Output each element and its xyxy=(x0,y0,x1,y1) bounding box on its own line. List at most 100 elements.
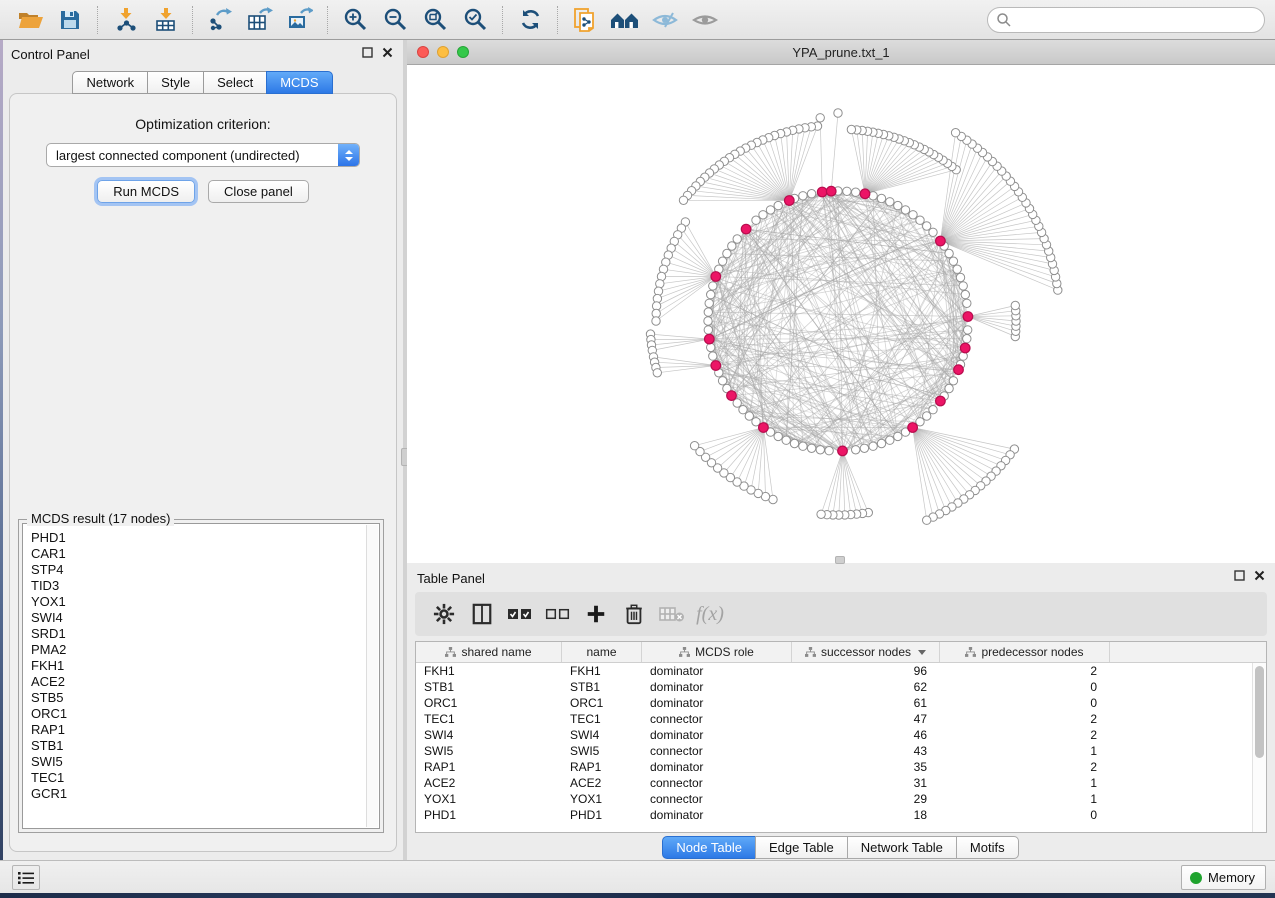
mcds-network-node[interactable] xyxy=(908,423,918,433)
zoom-selected-button[interactable] xyxy=(455,3,495,37)
table-row-swi5[interactable]: SWI5SWI5connector431 xyxy=(416,743,1266,759)
table-row-rap1[interactable]: RAP1RAP1dominator352 xyxy=(416,759,1266,775)
table-scrollbar-thumb[interactable] xyxy=(1255,666,1264,758)
export-image-button[interactable] xyxy=(280,3,320,37)
close-table-panel-button[interactable] xyxy=(1254,570,1265,581)
export-table-button[interactable] xyxy=(240,3,280,37)
mcds-result-item[interactable]: PMA2 xyxy=(31,642,379,658)
refresh-view-button[interactable] xyxy=(510,3,550,37)
table-row-orc1[interactable]: ORC1ORC1dominator610 xyxy=(416,695,1266,711)
mcds-result-scrollbar[interactable] xyxy=(366,525,378,827)
first-neighbors-button[interactable] xyxy=(605,3,645,37)
mcds-network-node[interactable] xyxy=(936,236,946,246)
show-all-hidden-button[interactable] xyxy=(685,3,725,37)
mcds-result-item[interactable]: SWI5 xyxy=(31,754,379,770)
float-table-panel-button[interactable] xyxy=(1234,570,1245,581)
column-header-predecessor-nodes[interactable]: predecessor nodes xyxy=(940,642,1110,662)
table-scrollbar[interactable] xyxy=(1252,663,1266,832)
mcds-result-item[interactable]: STB5 xyxy=(31,690,379,706)
column-header-name[interactable]: name xyxy=(562,642,642,662)
deselect-all-rows-button[interactable] xyxy=(541,597,575,631)
table-row-stb1[interactable]: STB1STB1dominator620 xyxy=(416,679,1266,695)
close-mcds-panel-button[interactable]: Close panel xyxy=(208,180,309,203)
mcds-network-node[interactable] xyxy=(954,365,964,375)
task-history-button[interactable] xyxy=(12,865,40,890)
mcds-result-item[interactable]: STP4 xyxy=(31,562,379,578)
delete-columns-button[interactable] xyxy=(617,597,651,631)
mcds-network-node[interactable] xyxy=(936,396,946,406)
mcds-network-node[interactable] xyxy=(711,272,721,282)
function-builder-button[interactable]: f(x) xyxy=(693,597,727,631)
tab-network[interactable]: Network xyxy=(72,71,148,94)
mcds-result-item[interactable]: RAP1 xyxy=(31,722,379,738)
mcds-network-node[interactable] xyxy=(785,196,795,206)
mcds-network-node[interactable] xyxy=(963,312,973,322)
export-network-button[interactable] xyxy=(200,3,240,37)
tab-select[interactable]: Select xyxy=(203,71,267,94)
import-table-button[interactable] xyxy=(145,3,185,37)
zoom-fit-button[interactable] xyxy=(415,3,455,37)
mcds-result-item[interactable]: SWI4 xyxy=(31,610,379,626)
new-network-from-selection-button[interactable] xyxy=(565,3,605,37)
mcds-network-node[interactable] xyxy=(711,361,721,371)
cell-predecessor-nodes: 0 xyxy=(940,695,1110,711)
open-file-button[interactable] xyxy=(10,3,50,37)
zoom-in-button[interactable] xyxy=(335,3,375,37)
mcds-result-item[interactable]: ORC1 xyxy=(31,706,379,722)
mcds-result-item[interactable]: YOX1 xyxy=(31,594,379,610)
mcds-network-node[interactable] xyxy=(960,343,970,353)
network-window-titlebar[interactable]: YPA_prune.txt_1 xyxy=(407,40,1275,65)
search-input[interactable] xyxy=(987,7,1265,33)
mcds-network-node[interactable] xyxy=(705,334,715,344)
cell-predecessor-nodes: 2 xyxy=(940,759,1110,775)
mcds-result-item[interactable]: ACE2 xyxy=(31,674,379,690)
table-row-yox1[interactable]: YOX1YOX1connector291 xyxy=(416,791,1266,807)
mcds-network-node[interactable] xyxy=(817,187,827,197)
tab-mcds[interactable]: MCDS xyxy=(266,71,332,94)
table-row-fkh1[interactable]: FKH1FKH1dominator962 xyxy=(416,663,1266,679)
zoom-out-button[interactable] xyxy=(375,3,415,37)
mcds-network-node[interactable] xyxy=(759,423,769,433)
network-graph[interactable] xyxy=(407,65,1275,562)
horizontal-splitter-grip[interactable] xyxy=(835,556,845,564)
mcds-result-item[interactable]: STB1 xyxy=(31,738,379,754)
delete-table-button[interactable] xyxy=(655,597,689,631)
create-column-button[interactable] xyxy=(579,597,613,631)
mcds-result-item[interactable]: GCR1 xyxy=(31,786,379,802)
mcds-result-item[interactable]: PHD1 xyxy=(31,530,379,546)
column-header-shared-name[interactable]: shared name xyxy=(416,642,562,662)
select-all-rows-button[interactable] xyxy=(503,597,537,631)
table-row-tec1[interactable]: TEC1TEC1connector472 xyxy=(416,711,1266,727)
tab-network-table[interactable]: Network Table xyxy=(847,836,957,859)
optimization-criterion-select[interactable]: largest connected component (undirected) xyxy=(46,143,360,167)
mcds-network-node[interactable] xyxy=(860,189,870,199)
table-row-phd1[interactable]: PHD1PHD1dominator180 xyxy=(416,807,1266,823)
hide-selected-button[interactable] xyxy=(645,3,685,37)
mcds-result-list[interactable]: PHD1CAR1STP4TID3YOX1SWI4SRD1PMA2FKH1ACE2… xyxy=(22,523,380,829)
column-header-successor-nodes[interactable]: successor nodes xyxy=(792,642,940,662)
tab-edge-table[interactable]: Edge Table xyxy=(755,836,848,859)
mcds-network-node[interactable] xyxy=(826,186,836,196)
mcds-result-item[interactable]: TEC1 xyxy=(31,770,379,786)
mcds-network-node[interactable] xyxy=(838,446,848,456)
save-session-button[interactable] xyxy=(50,3,90,37)
tab-node-table[interactable]: Node Table xyxy=(662,836,756,859)
table-row-ace2[interactable]: ACE2ACE2connector311 xyxy=(416,775,1266,791)
float-panel-button[interactable] xyxy=(362,47,373,58)
table-mode-button[interactable] xyxy=(427,597,461,631)
tab-style[interactable]: Style xyxy=(147,71,204,94)
memory-button[interactable]: Memory xyxy=(1181,865,1266,890)
tab-motifs[interactable]: Motifs xyxy=(956,836,1019,859)
show-hide-columns-button[interactable] xyxy=(465,597,499,631)
mcds-result-item[interactable]: SRD1 xyxy=(31,626,379,642)
mcds-result-item[interactable]: CAR1 xyxy=(31,546,379,562)
mcds-result-item[interactable]: TID3 xyxy=(31,578,379,594)
table-row-swi4[interactable]: SWI4SWI4dominator462 xyxy=(416,727,1266,743)
mcds-network-node[interactable] xyxy=(727,391,737,401)
mcds-network-node[interactable] xyxy=(741,224,751,234)
import-network-button[interactable] xyxy=(105,3,145,37)
column-header-mcds-role[interactable]: MCDS role xyxy=(642,642,792,662)
mcds-result-item[interactable]: FKH1 xyxy=(31,658,379,674)
run-mcds-button[interactable]: Run MCDS xyxy=(97,180,195,203)
close-control-panel-button[interactable] xyxy=(382,47,393,58)
